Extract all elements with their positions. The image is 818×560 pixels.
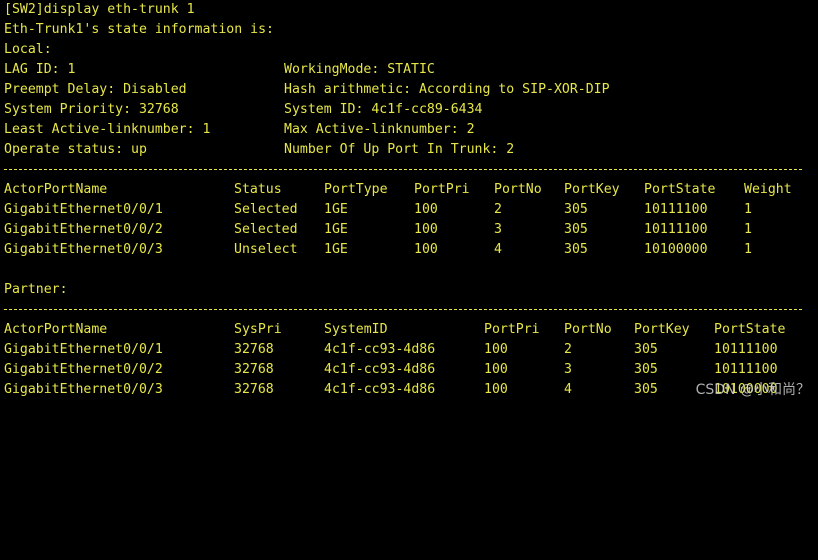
partner-col-header: ActorPortName [4, 322, 108, 337]
actor-port-name: GigabitEthernet0/0/2 [4, 222, 163, 237]
local-label: Local: [4, 42, 52, 57]
actor-col-header: Status [234, 182, 282, 197]
command-text: [SW2]display eth-trunk 1 [4, 2, 195, 17]
table-row: GigabitEthernet0/0/2 Selected 1GE 100 3 … [0, 220, 818, 240]
actor-port-state: 10100000 [644, 242, 708, 257]
partner-label-line: Partner: [0, 280, 818, 300]
actor-port-no: 2 [494, 202, 502, 217]
partner-port-name: GigabitEthernet0/0/1 [4, 342, 163, 357]
partner-sys-pri: 32768 [234, 342, 274, 357]
state-header-line: Eth-Trunk1's state information is: [0, 20, 818, 40]
partner-port-pri: 100 [484, 382, 508, 397]
least-active-linknumber: Least Active-linknumber: 1 [4, 122, 211, 137]
actor-port-no: 4 [494, 242, 502, 257]
actor-port-no: 3 [494, 222, 502, 237]
partner-port-name: GigabitEthernet0/0/3 [4, 382, 163, 397]
partner-port-no: 4 [564, 382, 572, 397]
table-row: GigabitEthernet0/0/3 Unselect 1GE 100 4 … [0, 240, 818, 260]
table-row: GigabitEthernet0/0/1 32768 4c1f-cc93-4d8… [0, 340, 818, 360]
actor-port-pri: 100 [414, 202, 438, 217]
partner-col-header: SystemID [324, 322, 388, 337]
command-line: [SW2]display eth-trunk 1 [0, 0, 818, 20]
actor-port-pri: 100 [414, 242, 438, 257]
partner-port-key: 305 [634, 362, 658, 377]
partner-sys-pri: 32768 [234, 382, 274, 397]
partner-col-header: PortPri [484, 322, 540, 337]
partner-port-name: GigabitEthernet0/0/2 [4, 362, 163, 377]
partner-port-key: 305 [634, 342, 658, 357]
actor-col-header: PortState [644, 182, 716, 197]
working-mode: WorkingMode: STATIC [284, 62, 435, 77]
actor-weight: 1 [744, 222, 752, 237]
actor-col-header: Weight [744, 182, 792, 197]
local-label-line: Local: [0, 40, 818, 60]
actor-port-state: 10111100 [644, 222, 708, 237]
partner-port-pri: 100 [484, 342, 508, 357]
actor-port-key: 305 [564, 222, 588, 237]
dashed-separator [4, 169, 802, 170]
watermark-text: CSDN @小和尚？ [695, 382, 810, 398]
partner-sys-pri: 32768 [234, 362, 274, 377]
actor-col-header: PortType [324, 182, 388, 197]
partner-label: Partner: [4, 282, 68, 297]
actor-port-key: 305 [564, 242, 588, 257]
partner-port-state: 10111100 [714, 342, 778, 357]
partner-col-header: SysPri [234, 322, 282, 337]
hash-arithmetic: Hash arithmetic: According to SIP-XOR-DI… [284, 82, 610, 97]
preempt-line: Preempt Delay: Disabled Hash arithmetic:… [0, 80, 818, 100]
actor-port-type: 1GE [324, 242, 348, 257]
actor-weight: 1 [744, 202, 752, 217]
partner-port-state: 10111100 [714, 362, 778, 377]
actor-table-header: ActorPortName Status PortType PortPri Po… [0, 180, 818, 200]
system-id: System ID: 4c1f-cc89-6434 [284, 102, 483, 117]
partner-col-header: PortNo [564, 322, 612, 337]
table-row: GigabitEthernet0/0/1 Selected 1GE 100 2 … [0, 200, 818, 220]
actor-port-state: 10111100 [644, 202, 708, 217]
actor-col-header: PortNo [494, 182, 542, 197]
partner-port-no: 2 [564, 342, 572, 357]
separator-line [0, 300, 818, 320]
actor-col-header: PortKey [564, 182, 620, 197]
operate-status-line: Operate status: up Number Of Up Port In … [0, 140, 818, 160]
lag-id: LAG ID: 1 [4, 62, 76, 77]
state-header-text: Eth-Trunk1's state information is: [4, 22, 274, 37]
actor-port-name: GigabitEthernet0/0/3 [4, 242, 163, 257]
actor-port-type: 1GE [324, 222, 348, 237]
actor-port-type: 1GE [324, 202, 348, 217]
table-row: GigabitEthernet0/0/2 32768 4c1f-cc93-4d8… [0, 360, 818, 380]
actor-port-key: 305 [564, 202, 588, 217]
actor-weight: 1 [744, 242, 752, 257]
system-priority: System Priority: 32768 [4, 102, 179, 117]
partner-system-id: 4c1f-cc93-4d86 [324, 342, 436, 357]
terminal-window[interactable]: [SW2]display eth-trunk 1 Eth-Trunk1's st… [0, 0, 818, 406]
partner-col-header: PortState [714, 322, 786, 337]
actor-col-header: ActorPortName [4, 182, 108, 197]
actor-status: Selected [234, 222, 298, 237]
partner-col-header: PortKey [634, 322, 690, 337]
actor-port-name: GigabitEthernet0/0/1 [4, 202, 163, 217]
separator-line [0, 160, 818, 180]
actor-port-pri: 100 [414, 222, 438, 237]
partner-port-pri: 100 [484, 362, 508, 377]
dashed-separator [4, 309, 802, 310]
preempt-delay: Preempt Delay: Disabled [4, 82, 187, 97]
actor-col-header: PortPri [414, 182, 470, 197]
max-active-linknumber: Max Active-linknumber: 2 [284, 122, 475, 137]
actor-status: Unselect [234, 242, 298, 257]
actor-status: Selected [234, 202, 298, 217]
partner-port-key: 305 [634, 382, 658, 397]
partner-port-no: 3 [564, 362, 572, 377]
up-port-count: Number Of Up Port In Trunk: 2 [284, 142, 515, 157]
partner-system-id: 4c1f-cc93-4d86 [324, 382, 436, 397]
partner-system-id: 4c1f-cc93-4d86 [324, 362, 436, 377]
lag-id-line: LAG ID: 1 WorkingMode: STATIC [0, 60, 818, 80]
linknumber-line: Least Active-linknumber: 1 Max Active-li… [0, 120, 818, 140]
partner-table-header: ActorPortName SysPri SystemID PortPri Po… [0, 320, 818, 340]
system-priority-line: System Priority: 32768 System ID: 4c1f-c… [0, 100, 818, 120]
operate-status: Operate status: up [4, 142, 147, 157]
